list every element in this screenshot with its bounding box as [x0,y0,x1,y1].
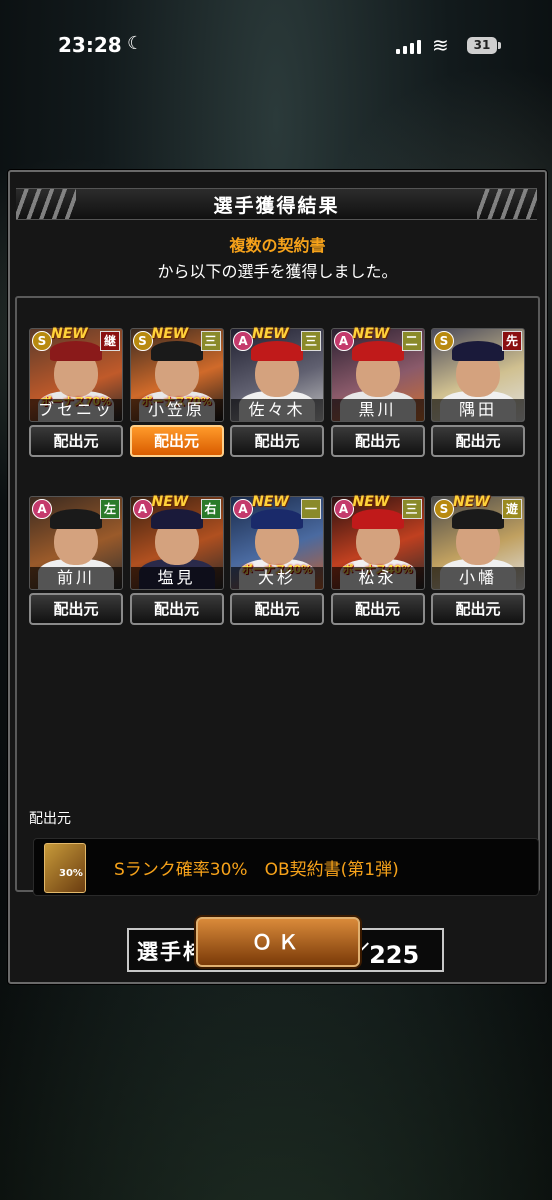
rank-badge: S [132,331,153,351]
player-card[interactable]: A一ボーナス40%大杉NEW配出元 [230,494,324,625]
player-portrait: S 遊小幡 [431,496,525,590]
contract-icon-text: 30% [59,868,83,879]
rank-badge: A [233,499,253,519]
position-badge: 継 [100,331,120,351]
player-name: ブセニッツ [30,399,122,421]
position-badge: 先 [502,331,522,351]
player-cap [50,509,102,529]
player-name: 小幡 [432,567,524,589]
source-button[interactable]: 配出元 [129,425,224,457]
player-cap [50,341,102,361]
source-button[interactable]: 配出元 [29,593,123,625]
position-badge: 右 [200,499,221,519]
new-badge: NEW [151,326,189,342]
player-portrait: S継ボーナス70%ブセニッツ [29,328,123,422]
new-badge: NEW [252,494,289,510]
result-message: から以下の選手を獲得しました。 [157,262,398,281]
source-button[interactable]: 配出元 [330,425,425,457]
player-portrait: A一ボーナス40%大杉 [230,496,324,590]
player-name: 小笠原 [130,399,223,421]
new-badge: NEW [453,494,490,510]
player-cap [150,341,203,361]
new-badge: NEW [51,326,88,342]
moon-icon: ☾ [127,33,144,54]
position-badge: 一 [301,499,321,519]
source-contract-row: 30% Sランク確率30% OB契約書(第1弾) [33,838,539,896]
player-card[interactable]: S 先隅田配出元 [431,328,525,457]
contract-highlight: 複数の契約書 [229,236,326,255]
player-name: 佐々木 [231,399,323,421]
source-button[interactable]: 配出元 [230,425,324,457]
player-card[interactable]: A 三佐々木 NEW 配出元 [230,326,324,457]
source-label: 配出元 [29,811,71,827]
player-cap [251,509,303,529]
dialog-title-bar: 選手獲得結果 [16,188,537,220]
player-cap [452,341,504,361]
player-name: 隅田 [432,399,524,421]
player-cap [351,509,404,529]
player-card[interactable]: S三ボーナス70%小笠原NEW配出元 [129,326,224,457]
source-button[interactable]: 配出元 [29,425,123,457]
rank-badge: A [132,499,153,519]
rank-badge: S [32,331,52,351]
source-button[interactable]: 配出元 [330,593,425,625]
player-name: 黒川 [331,399,424,421]
result-dialog: 選手獲得結果 複数の契約書 から以下の選手を獲得しました。 S継ボーナス70%ブ… [8,170,547,984]
player-card[interactable]: A 二黒川 NEW 配出元 [330,326,425,457]
player-cap [351,341,404,361]
results-panel: S継ボーナス70%ブセニッツNEW配出元S三ボーナス70%小笠原NEW配出元A三… [15,296,540,972]
rank-badge: A [32,499,52,519]
position-badge: 左 [100,499,120,519]
position-badge: 三 [401,499,422,519]
position-badge: 二 [401,331,422,351]
contract-icon: 30% [44,843,86,893]
player-portrait: S三ボーナス70%小笠原 [129,328,224,422]
source-contract-name: Sランク確率30% OB契約書(第1弾) [114,860,399,880]
source-button[interactable]: 配出元 [129,593,224,625]
source-button[interactable]: 配出元 [431,593,525,625]
new-badge: NEW [352,326,390,342]
ok-button[interactable]: ＯＫ [196,917,360,967]
source-button[interactable]: 配出元 [230,593,324,625]
dialog-title: 選手獲得結果 [213,195,340,217]
player-portrait: A 三佐々木 [230,328,324,422]
new-badge: NEW [252,326,289,342]
player-cap [452,509,504,529]
player-portrait: A 二黒川 [330,328,425,422]
rank-badge: A [233,331,253,351]
player-cap [150,509,203,529]
player-card[interactable]: S継ボーナス70%ブセニッツNEW配出元 [29,326,123,457]
player-card[interactable]: A三ボーナス40%松永NEW配出元 [330,494,425,625]
player-name: 松永 [331,567,424,589]
player-portrait: A 左前川 [29,496,123,590]
position-badge: 遊 [502,499,522,519]
player-name: 前川 [30,567,122,589]
battery-icon: 31 [467,37,501,54]
signal-icon [396,38,421,54]
source-button[interactable]: 配出元 [431,425,525,457]
rank-badge: A [333,331,354,351]
position-badge: 三 [200,331,221,351]
player-portrait: A 右塩見 [129,496,224,590]
position-badge: 三 [301,331,321,351]
player-card[interactable]: S 遊小幡 NEW 配出元 [431,494,525,625]
new-badge: NEW [151,494,189,510]
rank-badge: A [333,499,354,519]
rank-badge: S [434,331,454,351]
player-cap [251,341,303,361]
player-portrait: A三ボーナス40%松永 [330,496,425,590]
player-name: 大杉 [231,567,323,589]
clock: 23:28 [58,33,122,57]
wifi-icon: ≋ [432,33,449,57]
player-card[interactable]: A 左前川配出元 [29,496,123,625]
player-portrait: S 先隅田 [431,328,525,422]
new-badge: NEW [352,494,390,510]
player-card[interactable]: A 右塩見 NEW 配出元 [129,494,224,625]
player-name: 塩見 [130,567,223,589]
status-bar: 23:28 ☾ ≋ 31 [0,0,552,90]
rank-badge: S [434,499,454,519]
